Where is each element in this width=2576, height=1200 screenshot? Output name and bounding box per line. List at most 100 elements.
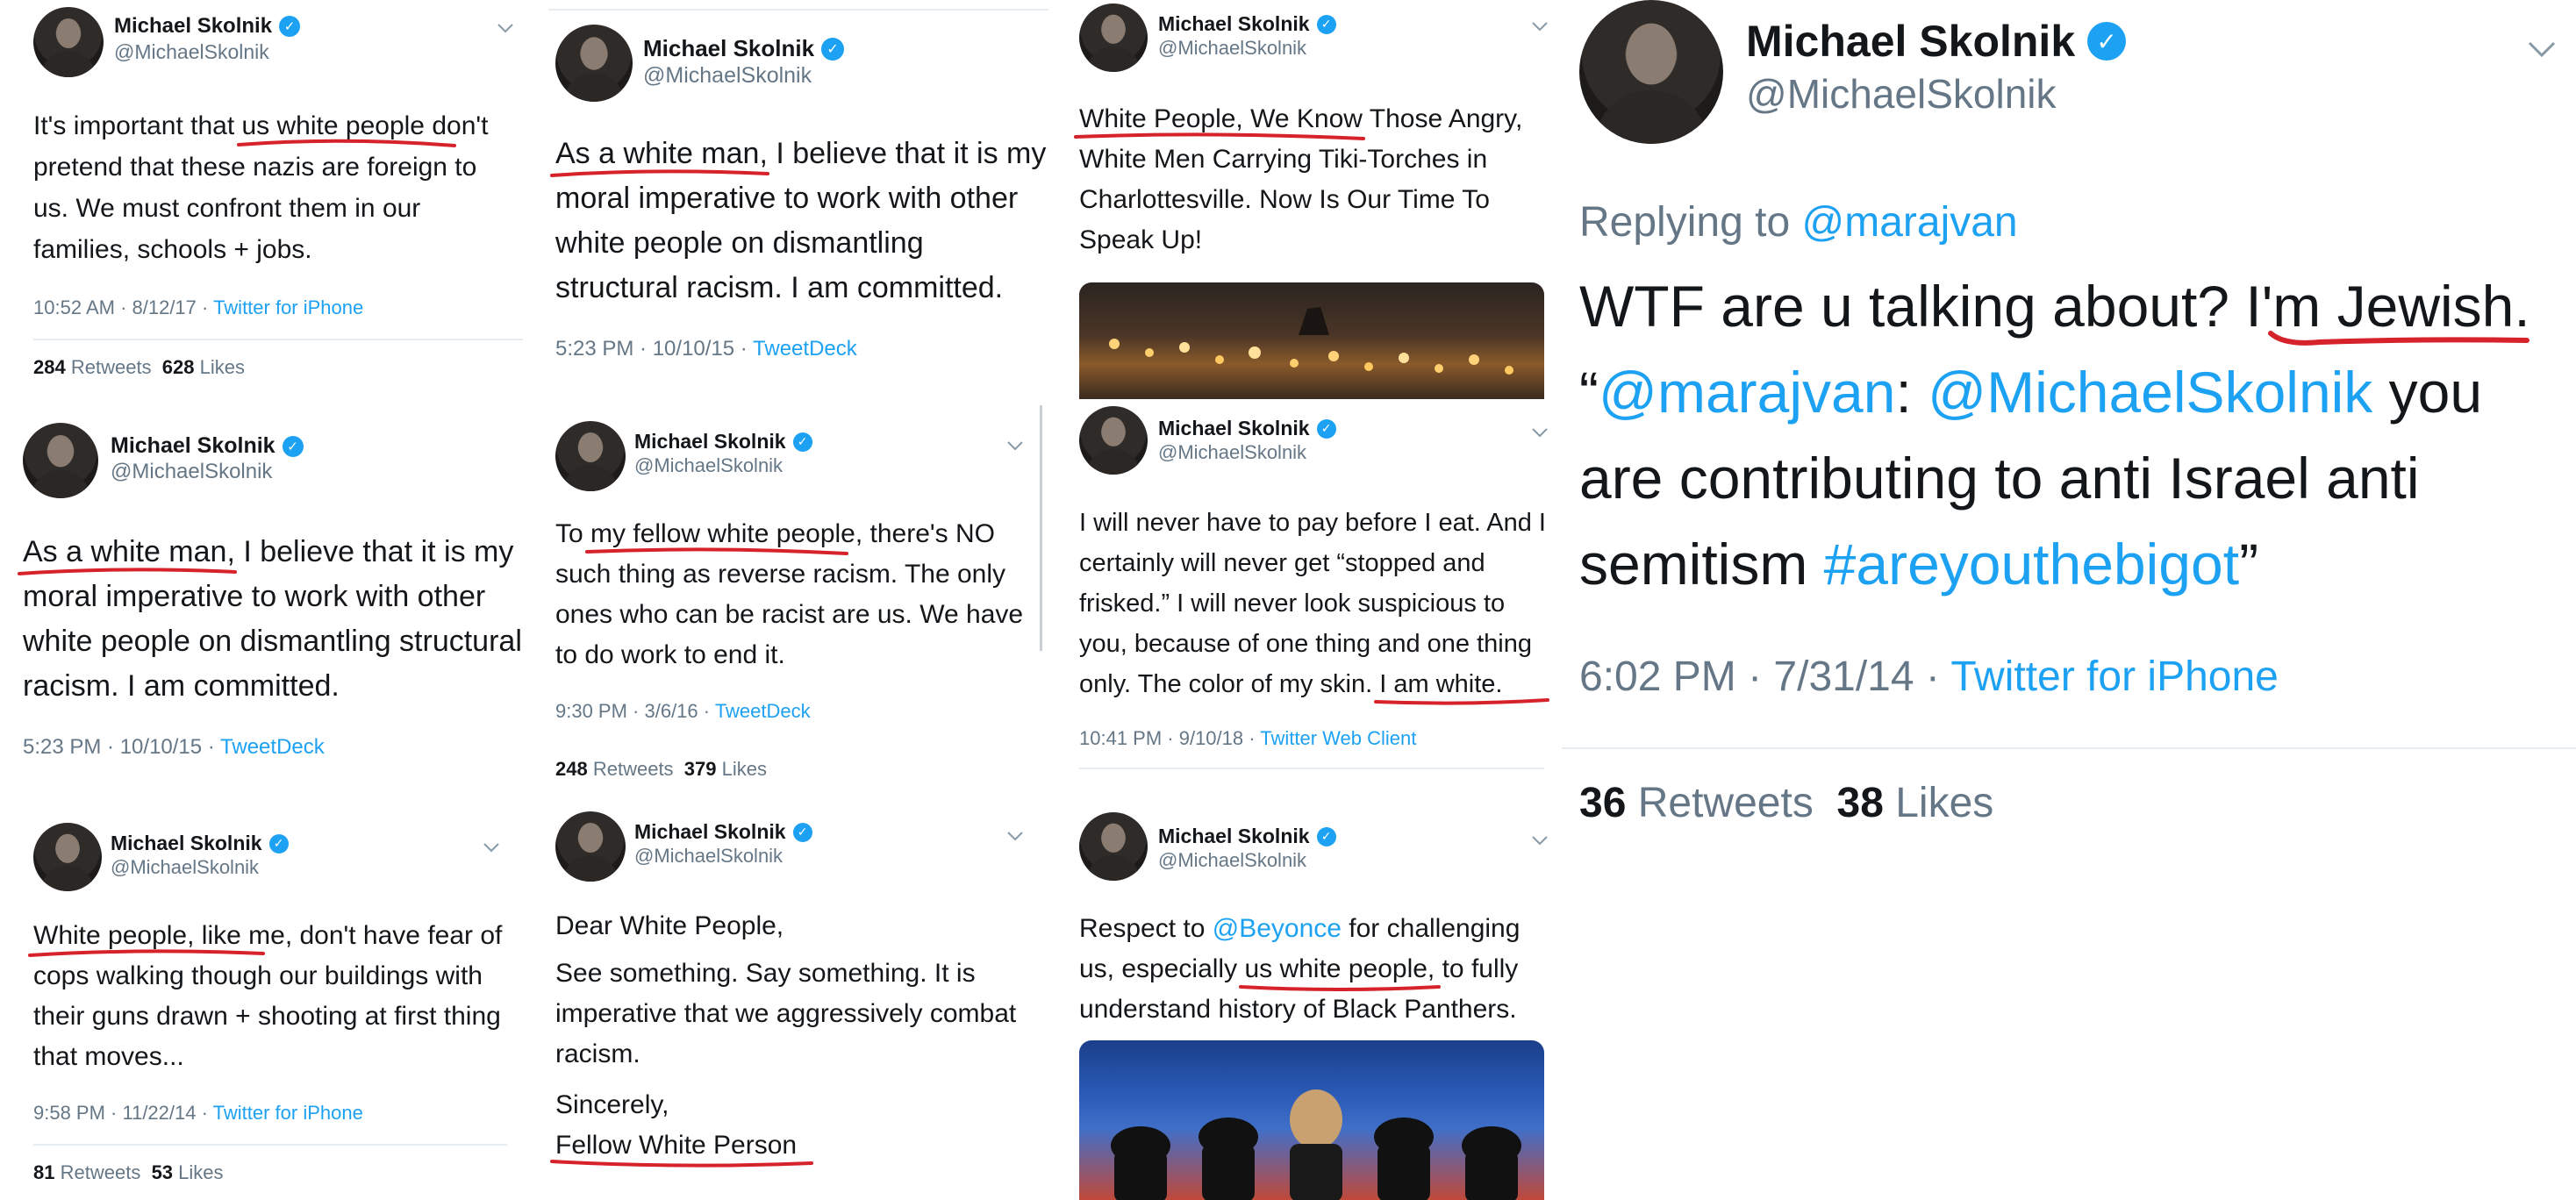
source-link[interactable]: Twitter Web Client <box>1260 727 1416 749</box>
author-name-text: Michael Skolnik <box>1746 17 2076 66</box>
tweet-stats: 248 Retweets 379 Likes <box>555 758 767 781</box>
red-underline <box>1074 132 1365 140</box>
retweet-count[interactable]: 284 <box>33 356 66 378</box>
retweets-label: Retweets <box>1637 780 1814 826</box>
author-name[interactable]: Michael Skolnik ✓ <box>114 14 301 39</box>
divider <box>1562 747 2576 749</box>
underlined-phrase: I am white. <box>1374 670 1550 705</box>
author-handle[interactable]: @MichaelSkolnik <box>111 460 272 484</box>
reply-to-link[interactable]: @marajvan <box>1801 199 2017 246</box>
chevron-down-icon[interactable] <box>1531 427 1549 438</box>
author-handle[interactable]: @MichaelSkolnik <box>1158 37 1306 60</box>
author-name[interactable]: Michael Skolnik ✓ <box>643 35 845 62</box>
chevron-down-icon[interactable] <box>1531 835 1549 846</box>
red-underline <box>1239 985 1442 991</box>
author-handle[interactable]: @MichaelSkolnik <box>111 856 259 879</box>
author-handle[interactable]: @MichaelSkolnik <box>643 63 812 89</box>
like-count[interactable]: 53 <box>152 1161 173 1183</box>
tweet-card[interactable]: Michael Skolnik ✓ @MichaelSkolnik Dear W… <box>531 794 1048 1200</box>
tweet-stats: 36 Retweets 38 Likes <box>1579 779 1993 827</box>
retweet-count[interactable]: 248 <box>555 758 588 780</box>
avatar[interactable] <box>1579 0 1723 144</box>
likes-label: Likes <box>1895 780 1994 826</box>
tweet-media-performance[interactable] <box>1079 1040 1544 1200</box>
author-name[interactable]: Michael Skolnik ✓ <box>111 832 289 855</box>
text-span: m Jewish. <box>2272 274 2530 339</box>
avatar[interactable] <box>555 421 626 491</box>
author-name-text: Michael Skolnik <box>111 433 275 458</box>
author-name[interactable]: Michael Skolnik ✓ <box>111 433 304 459</box>
scrollbar[interactable] <box>1040 405 1042 651</box>
source-link[interactable]: Twitter for iPhone <box>213 1102 363 1124</box>
verified-badge-icon: ✓ <box>792 432 812 452</box>
tweet-card[interactable]: Michael Skolnik ✓ @MichaelSkolnik As a w… <box>0 405 526 800</box>
author-name-text: Michael Skolnik <box>1158 12 1310 35</box>
text-paragraph: See something. Say something. It is impe… <box>555 959 1017 1068</box>
text-paragraph: Dear White People, <box>555 911 784 940</box>
like-count[interactable]: 38 <box>1837 780 1884 826</box>
tweet-card-featured[interactable]: Michael Skolnik ✓ @MichaelSkolnik Replyi… <box>1562 0 2576 1200</box>
chevron-down-icon[interactable] <box>1006 440 1024 451</box>
red-underline <box>585 547 849 555</box>
avatar[interactable] <box>1079 406 1148 475</box>
source-link[interactable]: TweetDeck <box>753 337 857 361</box>
author-handle[interactable]: @MichaelSkolnik <box>114 40 269 64</box>
like-count[interactable]: 379 <box>684 758 717 780</box>
avatar[interactable] <box>555 811 626 882</box>
underlined-phrase: my fellow white people <box>585 519 855 555</box>
source-link[interactable]: TweetDeck <box>715 700 811 722</box>
author-name[interactable]: Michael Skolnik ✓ <box>1158 825 1336 848</box>
author-handle[interactable]: @MichaelSkolnik <box>1746 70 2057 118</box>
retweet-count[interactable]: 36 <box>1579 780 1626 826</box>
retweet-count[interactable]: 81 <box>33 1161 54 1183</box>
author-name[interactable]: Michael Skolnik ✓ <box>1158 12 1336 36</box>
tweet-card[interactable]: Michael Skolnik ✓ @MichaelSkolnik I will… <box>1053 399 1557 794</box>
like-count[interactable]: 628 <box>162 356 195 378</box>
chevron-down-icon[interactable] <box>497 23 514 33</box>
tweet-card[interactable]: Michael Skolnik ✓ @MichaelSkolnik To my … <box>531 405 1048 791</box>
tweet-card[interactable]: Michael Skolnik ✓ @MichaelSkolnik Respec… <box>1053 800 1557 1200</box>
tweet-card[interactable]: Michael Skolnik ✓ @MichaelSkolnik It's i… <box>0 0 526 399</box>
tweet-card[interactable]: Michael Skolnik ✓ @MichaelSkolnik As a w… <box>531 0 1048 399</box>
mention-link[interactable]: @Beyonce <box>1213 914 1342 943</box>
author-handle[interactable]: @MichaelSkolnik <box>634 845 783 868</box>
mention-link[interactable]: @marajvan <box>1599 360 1895 425</box>
text-span: As a white man, I <box>23 535 252 568</box>
underlined-phrase: us white people <box>236 111 456 147</box>
author-name[interactable]: Michael Skolnik ✓ <box>1158 417 1336 440</box>
author-handle[interactable]: @MichaelSkolnik <box>634 454 783 477</box>
tweet-media-torch-rally[interactable] <box>1079 282 1544 399</box>
avatar[interactable] <box>555 25 633 102</box>
chevron-down-icon[interactable] <box>1006 831 1024 841</box>
source-link[interactable]: TweetDeck <box>220 735 325 759</box>
author-name[interactable]: Michael Skolnik ✓ <box>1746 16 2127 67</box>
author-name[interactable]: Michael Skolnik ✓ <box>634 430 812 454</box>
avatar[interactable] <box>33 823 102 891</box>
text-span: WTF are u talking about? I' <box>1579 274 2273 339</box>
tweet-card[interactable]: Michael Skolnik ✓ @MichaelSkolnik White … <box>0 805 526 1200</box>
tweet-card[interactable]: Michael Skolnik ✓ @MichaelSkolnik White … <box>1053 0 1557 399</box>
author-name-text: Michael Skolnik <box>634 820 786 843</box>
mention-link[interactable]: @MichaelSkolnik <box>1928 360 2372 425</box>
author-name-text: Michael Skolnik <box>111 832 262 854</box>
tweet-text: As a white man, I believe that it is my … <box>550 132 1048 311</box>
source-link[interactable]: Twitter for iPhone <box>1950 654 2279 700</box>
chevron-down-icon[interactable] <box>2527 40 2557 58</box>
author-handle[interactable]: @MichaelSkolnik <box>1158 849 1306 872</box>
author-handle[interactable]: @MichaelSkolnik <box>1158 441 1306 464</box>
chevron-down-icon[interactable] <box>1531 21 1549 32</box>
text-span: “ <box>1579 360 1599 425</box>
divider <box>33 339 523 340</box>
avatar[interactable] <box>23 423 98 498</box>
underlined-phrase: us white people <box>1239 954 1442 991</box>
author-name[interactable]: Michael Skolnik ✓ <box>634 820 812 844</box>
reply-context: Replying to @marajvan <box>1579 196 2018 249</box>
avatar[interactable] <box>1079 812 1148 881</box>
divider <box>548 9 1048 11</box>
chevron-down-icon[interactable] <box>483 842 500 853</box>
hashtag-link[interactable]: #areyouthebigot <box>1824 532 2239 596</box>
likes-label: Likes <box>721 758 767 780</box>
source-link[interactable]: Twitter for iPhone <box>213 296 363 318</box>
avatar[interactable] <box>33 7 104 77</box>
avatar[interactable] <box>1079 4 1148 72</box>
